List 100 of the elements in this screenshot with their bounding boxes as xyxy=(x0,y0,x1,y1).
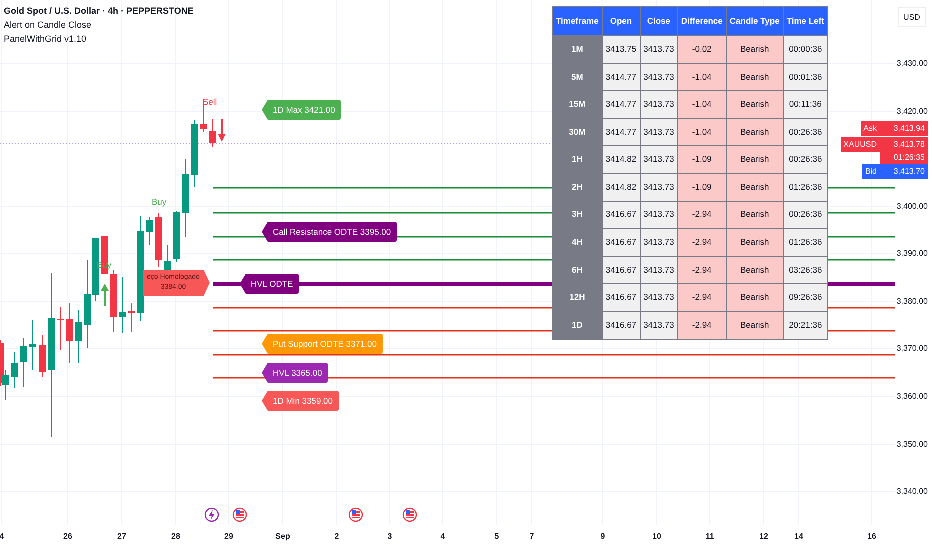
quote-side-tag: Ask xyxy=(860,121,880,136)
column-header: Difference xyxy=(678,6,726,36)
table-cell: 3413.73 xyxy=(640,284,678,312)
timeframe-cell: 12H xyxy=(552,284,602,312)
candlestick xyxy=(128,302,136,332)
candlestick xyxy=(192,120,198,188)
table-cell: 3413.73 xyxy=(640,311,678,340)
table-cell: Bearish xyxy=(726,228,784,256)
candlestick xyxy=(40,334,46,378)
table-cell: 01:26:36 xyxy=(783,173,828,202)
time-axis-label: 5 xyxy=(494,531,500,543)
table-cell: 3413.73 xyxy=(640,36,678,64)
timeframe-cell: 5M xyxy=(552,63,602,91)
price-axis-label: 3,350.00 xyxy=(896,439,928,451)
table-cell: 3416.67 xyxy=(602,311,640,340)
time-axis-label: 9 xyxy=(600,531,606,543)
table-cell: Bearish xyxy=(726,173,784,202)
timeframe-cell: 4H xyxy=(552,228,602,256)
timeframe-cell: 2H xyxy=(552,173,602,202)
table-cell: 3416.67 xyxy=(602,256,640,284)
table-cell: 09:26:36 xyxy=(783,284,828,312)
time-axis-label: 16 xyxy=(868,531,876,543)
column-header: Candle Type xyxy=(726,6,784,36)
candlestick xyxy=(210,118,216,148)
time-axis-label: 28 xyxy=(172,531,180,543)
table-cell: Bearish xyxy=(726,256,784,284)
timeframe-cell: 3H xyxy=(552,201,602,229)
table-cell: 20:21:36 xyxy=(783,311,828,340)
table-cell: -0.02 xyxy=(678,36,726,64)
table-cell: 00:26:36 xyxy=(783,118,828,146)
timeframe-cell: 6H xyxy=(552,256,602,284)
candlestick xyxy=(156,212,162,268)
table-cell: Bearish xyxy=(726,146,784,174)
price-axis-label: 3,400.00 xyxy=(896,201,928,213)
time-axis-label: 10 xyxy=(652,531,662,543)
table-cell: 3416.67 xyxy=(602,228,640,256)
level-label: 1D Max 3421.00 xyxy=(262,100,342,120)
price-axis-label: 3,370.00 xyxy=(896,343,928,355)
time-axis-label: Sep xyxy=(276,531,290,543)
buy-signal-label: Buy xyxy=(97,259,112,272)
currency-label: USD xyxy=(898,7,926,27)
column-header: Timeframe xyxy=(552,6,602,36)
table-cell: 3413.75 xyxy=(602,36,640,64)
time-axis-label: 2 xyxy=(334,531,340,543)
chart-title: Gold Spot / U.S. Dollar · 4h · PEPPERSTONE xyxy=(4,5,194,18)
flag-icon xyxy=(402,508,418,522)
price-axis-label: 3,420.00 xyxy=(896,106,928,118)
time-axis-label: 7 xyxy=(530,531,534,543)
table-cell: -1.09 xyxy=(678,146,726,174)
table-cell: 3416.67 xyxy=(602,284,640,312)
price-tag: 3,413.78 01:26:35 xyxy=(880,137,928,165)
table-cell: 3413.73 xyxy=(640,146,678,174)
table-cell: -2.94 xyxy=(678,256,726,284)
table-cell: 3413.73 xyxy=(640,90,678,118)
table-cell: 00:26:36 xyxy=(783,146,828,174)
price-axis-label: 3,340.00 xyxy=(896,486,928,498)
up-arrow-icon xyxy=(101,284,109,306)
level-label: Call Resistance ODTE 3395.00 xyxy=(262,222,398,242)
lightning-icon xyxy=(204,508,220,522)
column-header: Open xyxy=(602,6,640,36)
level-label: HVL 3365.00 xyxy=(262,363,328,383)
table-cell: 3413.73 xyxy=(640,256,678,284)
table-cell: -2.94 xyxy=(678,201,726,229)
time-axis-label: 4 xyxy=(440,531,446,543)
table-cell: -2.94 xyxy=(678,311,726,340)
table-cell: Bearish xyxy=(726,36,784,64)
table-cell: 3413.73 xyxy=(640,173,678,202)
table-cell: 3414.77 xyxy=(602,90,640,118)
table-cell: 3414.77 xyxy=(602,63,640,91)
quote-side-tag: Bid xyxy=(862,164,880,179)
time-axis-label: 3 xyxy=(388,531,392,543)
table-cell: -1.09 xyxy=(678,173,726,202)
table-cell: 00:11:36 xyxy=(783,90,828,118)
table-cell: -1.04 xyxy=(678,63,726,91)
candlestick xyxy=(146,216,154,246)
table-cell: 00:01:36 xyxy=(783,63,828,91)
table-cell: -2.94 xyxy=(678,284,726,312)
column-header: Time Left xyxy=(783,6,828,36)
candlestick xyxy=(110,270,118,332)
candlestick xyxy=(12,352,18,388)
table-cell: 00:26:36 xyxy=(783,201,828,229)
candlestick xyxy=(20,338,28,388)
table-cell: Bearish xyxy=(726,118,784,146)
table-cell: 03:26:36 xyxy=(783,256,828,284)
column-header: Close xyxy=(640,6,678,36)
level-label: 1D Min 3359.00 xyxy=(262,391,340,411)
table-cell: 3414.77 xyxy=(602,118,640,146)
candlestick xyxy=(174,210,180,262)
flag-icon xyxy=(232,508,248,522)
time-axis-label: 26 xyxy=(64,531,72,543)
price-axis-label: 3,360.00 xyxy=(896,391,928,403)
table-cell: 3414.82 xyxy=(602,173,640,202)
buy-signal-label: Buy xyxy=(152,196,167,209)
time-axis-label: 11 xyxy=(706,531,714,543)
table-cell: -1.04 xyxy=(678,118,726,146)
indicator-name: Alert on Candle Close xyxy=(4,19,92,32)
time-axis-label: 12 xyxy=(760,531,768,543)
price-tag: 3,413.94 xyxy=(880,121,928,136)
table-cell: Bearish xyxy=(726,284,784,312)
table-cell: 01:26:36 xyxy=(783,228,828,256)
